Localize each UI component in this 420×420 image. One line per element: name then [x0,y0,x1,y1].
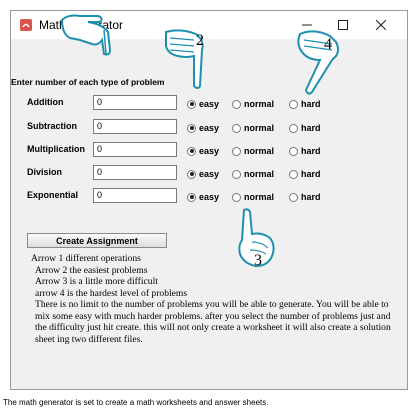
addition-count-input[interactable]: 0 [93,95,177,110]
annotation-number: 2 [196,32,204,49]
radio-dot [289,99,298,109]
radio-normal[interactable]: normal [232,167,274,181]
explanation-notes: Arrow 1 different operations Arrow 2 the… [27,253,397,345]
radio-dot [187,192,196,202]
radio-easy[interactable]: easy [187,190,219,204]
row-label: Subtraction [27,121,78,131]
row-label: Addition [27,97,64,107]
radio-dot [289,123,298,133]
radio-easy[interactable]: easy [187,121,219,135]
radio-label: hard [301,99,321,109]
radio-normal[interactable]: normal [232,144,274,158]
radio-easy[interactable]: easy [187,167,219,181]
radio-dot [289,146,298,156]
note-line: Arrow 2 the easiest problems [35,264,148,276]
radio-normal[interactable]: normal [232,97,274,111]
radio-label: easy [199,99,220,109]
radio-label: easy [199,146,220,156]
radio-dot [289,192,298,202]
radio-label: hard [301,192,321,202]
radio-normal[interactable]: normal [232,121,274,135]
annotation-number: 4 [324,36,332,53]
radio-label: normal [244,192,275,202]
radio-hard[interactable]: hard [289,97,321,111]
radio-dot [232,123,241,133]
radio-dot [232,169,241,179]
java-app-icon [20,19,32,31]
radio-dot [232,192,241,202]
note-line: Arrow 1 different operations [31,253,141,264]
radio-hard[interactable]: hard [289,167,321,181]
radio-hard[interactable]: hard [289,144,321,158]
pointing-hand-icon [60,14,112,56]
annotation-number: 3 [254,252,262,269]
radio-hard[interactable]: hard [289,190,321,204]
radio-label: easy [199,192,220,202]
multiplication-count-input[interactable]: 0 [93,142,177,157]
radio-dot [187,123,196,133]
radio-label: easy [199,169,220,179]
radio-easy[interactable]: easy [187,144,219,158]
radio-label: easy [199,123,220,133]
radio-label: normal [244,146,275,156]
radio-label: normal [244,99,275,109]
row-label: Multiplication [27,144,85,154]
pointing-hand-icon [165,29,204,89]
radio-dot [232,146,241,156]
radio-label: hard [301,169,321,179]
radio-dot [187,99,196,109]
figure-caption: The math generator is set to create a ma… [3,398,269,407]
radio-hard[interactable]: hard [289,121,321,135]
radio-label: hard [301,123,321,133]
radio-label: normal [244,123,275,133]
radio-label: hard [301,146,321,156]
close-button[interactable] [363,11,399,39]
row-label: Division [27,167,63,177]
radio-dot [187,169,196,179]
radio-dot [232,99,241,109]
close-icon [376,20,386,30]
note-line: arrow 4 is the hardest level of problems [35,287,188,299]
row-label: Exponential [27,190,79,200]
exponential-count-input[interactable]: 0 [93,188,177,203]
radio-dot [187,146,196,156]
instruction-label: Enter number of each type of problem [11,77,165,87]
radio-label: normal [244,169,275,179]
division-count-input[interactable]: 0 [93,165,177,180]
pointing-hand-icon [297,30,339,95]
create-assignment-button[interactable]: Create Assignment [27,233,167,248]
note-line: Arrow 3 is a little more difficult [35,276,158,287]
radio-normal[interactable]: normal [232,190,274,204]
subtraction-count-input[interactable]: 0 [93,119,177,134]
radio-dot [289,169,298,179]
radio-easy[interactable]: easy [187,97,219,111]
note-paragraph: There is no limit to the number of probl… [35,299,391,345]
